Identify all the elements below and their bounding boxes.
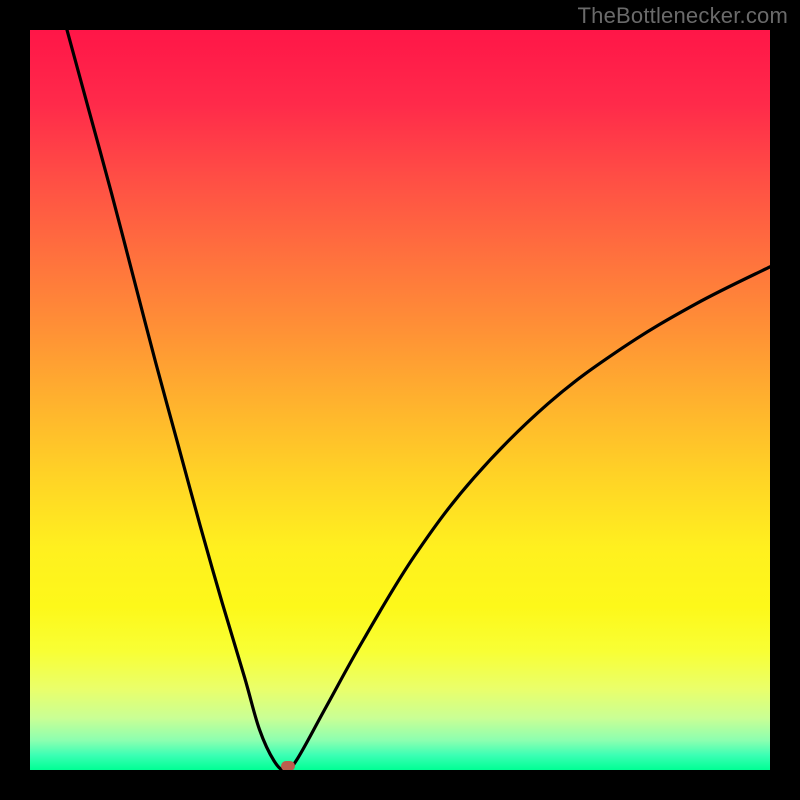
bottleneck-curve: [30, 30, 770, 770]
vertex-marker: [281, 761, 295, 770]
plot-area: [30, 30, 770, 770]
watermark-text: TheBottlenecker.com: [578, 3, 788, 29]
chart-frame: TheBottlenecker.com: [0, 0, 800, 800]
curve-path: [67, 30, 770, 770]
